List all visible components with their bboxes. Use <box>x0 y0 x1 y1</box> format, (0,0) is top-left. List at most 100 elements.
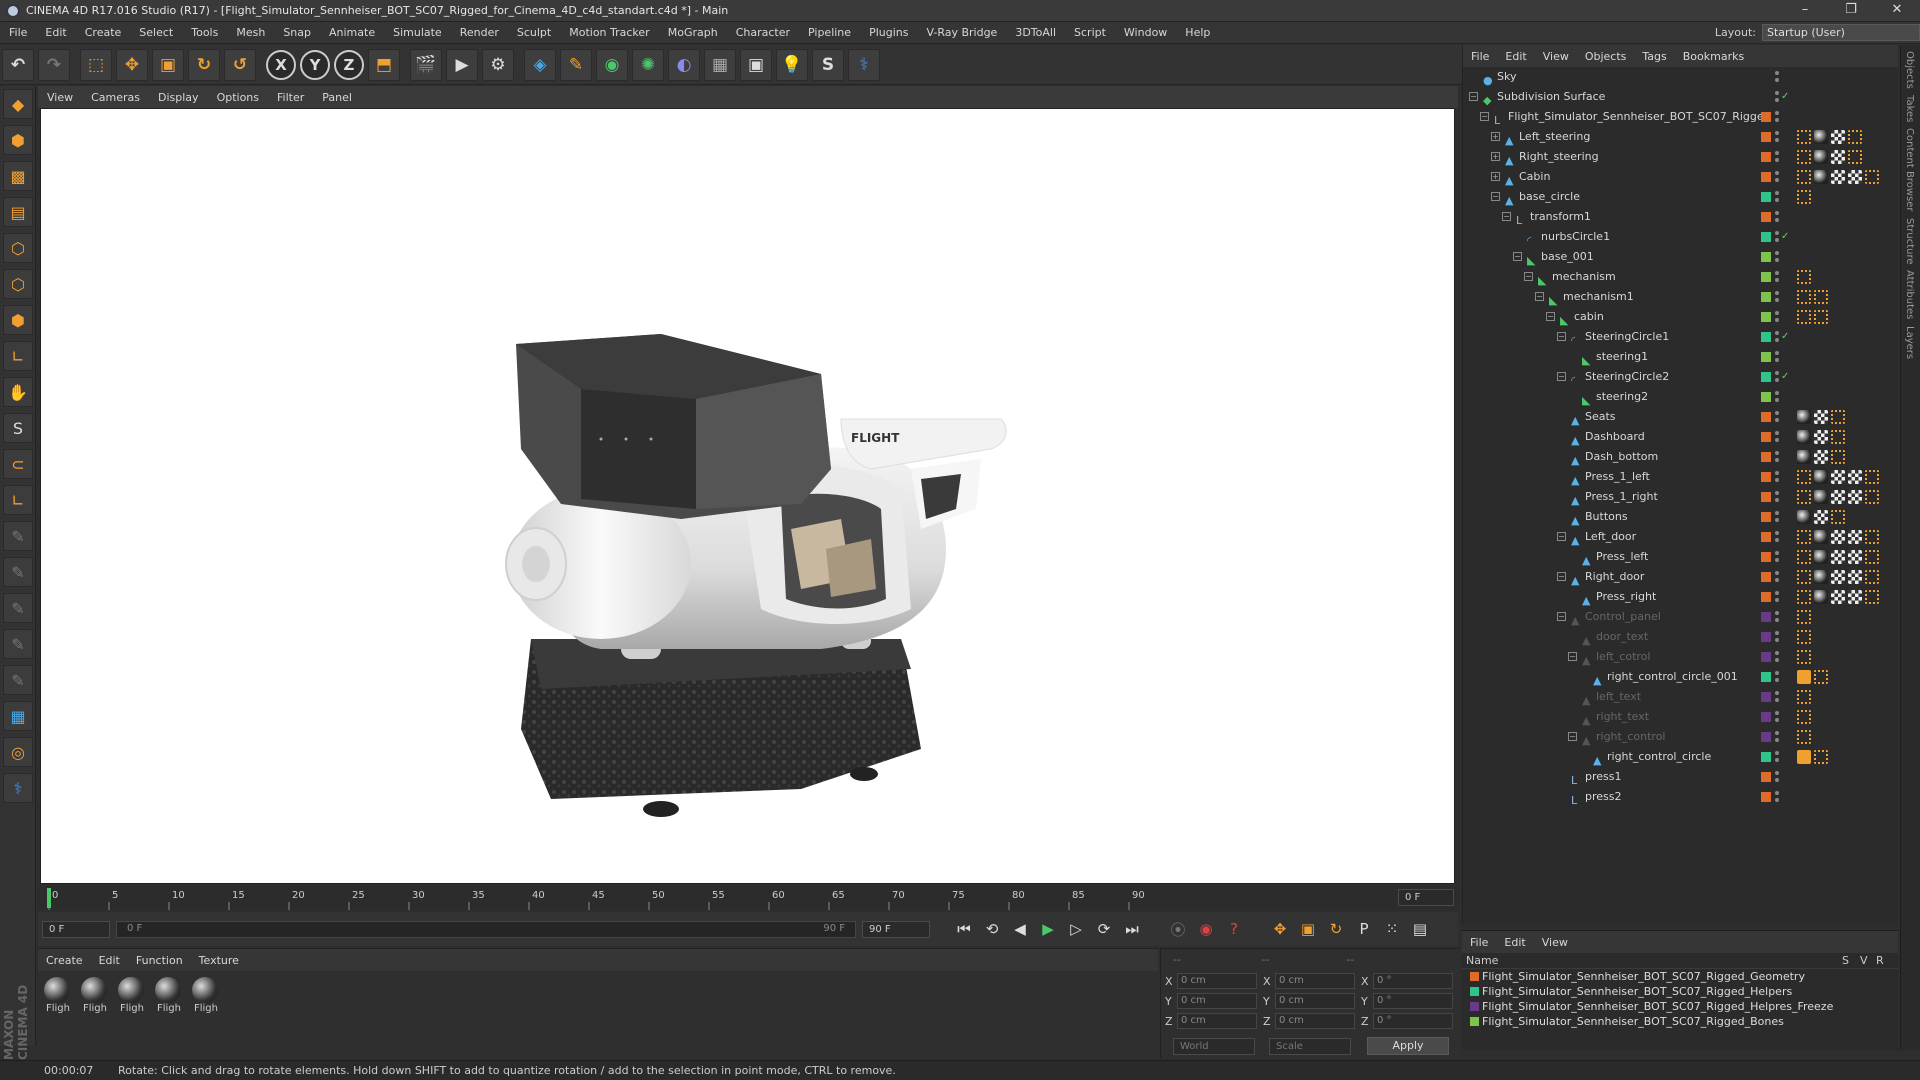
collapse-icon[interactable]: − <box>1502 212 1511 221</box>
coordinate-scale-select[interactable]: Scale <box>1269 1037 1351 1055</box>
layer-name[interactable]: Flight_Simulator_Sennheiser_BOT_SC07_Rig… <box>1482 1000 1833 1013</box>
collapse-icon[interactable]: − <box>1557 572 1566 581</box>
object-name[interactable]: door_text <box>1596 627 1648 647</box>
z-axis-lock-icon[interactable]: Z <box>334 49 364 80</box>
collapse-icon[interactable]: − <box>1535 292 1544 301</box>
selection-tag-icon[interactable] <box>1831 410 1845 424</box>
selection-tag-icon[interactable] <box>1865 550 1879 564</box>
material-swatch[interactable]: Fligh <box>81 977 109 1014</box>
rotation-value-field[interactable]: 0 ° <box>1373 993 1453 1009</box>
object-row[interactable]: − ▲ Right_door <box>1463 567 1898 587</box>
object-row[interactable]: − ▲ left_cotrol <box>1463 647 1898 667</box>
uvw-tag-icon[interactable] <box>1848 550 1862 564</box>
expand-icon[interactable]: + <box>1491 152 1500 161</box>
layer-color-swatch[interactable] <box>1761 632 1771 642</box>
close-button[interactable]: ✕ <box>1874 0 1920 22</box>
collapse-icon[interactable]: − <box>1557 372 1566 381</box>
selection-tag-icon[interactable] <box>1848 130 1862 144</box>
tweak-mode-icon[interactable]: ✋ <box>3 377 33 407</box>
menu-sculpt[interactable]: Sculpt <box>508 26 560 39</box>
material-tag-icon[interactable] <box>1814 590 1828 604</box>
render-picture-viewer-icon[interactable]: ▶ <box>446 48 478 81</box>
layer-color-swatch[interactable] <box>1761 372 1771 382</box>
uvw-tag-icon[interactable] <box>1848 470 1862 484</box>
layer-color-swatch[interactable] <box>1761 252 1771 262</box>
object-name[interactable]: SteeringCircle2 <box>1585 367 1669 387</box>
object-name[interactable]: Cabin <box>1519 167 1550 187</box>
uvw-tag-icon[interactable] <box>1814 450 1828 464</box>
layer-name[interactable]: Flight_Simulator_Sennheiser_BOT_SC07_Rig… <box>1482 970 1805 983</box>
uvw-tag-icon[interactable] <box>1814 410 1828 424</box>
next-frame-icon[interactable]: ▷ <box>1064 917 1088 941</box>
material-tag-icon[interactable] <box>1814 470 1828 484</box>
layer-color-swatch[interactable] <box>1761 552 1771 562</box>
display-tag-icon[interactable] <box>1797 670 1811 684</box>
tab-takes[interactable]: Takes <box>1904 95 1915 122</box>
layer-color-swatch[interactable] <box>1761 592 1771 602</box>
visibility-dots[interactable] <box>1775 190 1779 204</box>
uvw-tag-icon[interactable] <box>1831 130 1845 144</box>
object-row[interactable]: ▲ Press_1_right <box>1463 487 1898 507</box>
deformer-icon[interactable]: ◐ <box>668 48 700 81</box>
selection-tag-icon[interactable] <box>1865 530 1879 544</box>
layer-row[interactable]: Flight_Simulator_Sennheiser_BOT_SC07_Rig… <box>1462 969 1898 984</box>
collapse-icon[interactable]: − <box>1557 612 1566 621</box>
object-row[interactable]: ▲ right_text <box>1463 707 1898 727</box>
layout-select[interactable]: Startup (User) <box>1762 24 1920 41</box>
object-name[interactable]: SteeringCircle1 <box>1585 327 1669 347</box>
visibility-dots[interactable] <box>1775 290 1779 304</box>
visibility-dots[interactable] <box>1775 450 1779 464</box>
material-menu-texture[interactable]: Texture <box>191 954 247 967</box>
layer-color-swatch[interactable] <box>1761 532 1771 542</box>
uvw-tag-icon[interactable] <box>1814 510 1828 524</box>
selection-tag-icon[interactable] <box>1797 470 1811 484</box>
layer-color-swatch[interactable] <box>1761 312 1771 322</box>
object-row[interactable]: − ◜ SteeringCircle1 ✓ <box>1463 327 1898 347</box>
end-frame-field[interactable]: 90 F <box>862 920 930 938</box>
visibility-dots[interactable] <box>1775 170 1779 184</box>
layer-name[interactable]: Flight_Simulator_Sennheiser_BOT_SC07_Rig… <box>1482 985 1792 998</box>
layer-color-swatch[interactable] <box>1470 1002 1479 1011</box>
visibility-dots[interactable] <box>1775 310 1779 324</box>
visibility-dots[interactable] <box>1775 150 1779 164</box>
layer-color-swatch[interactable] <box>1761 432 1771 442</box>
object-name[interactable]: right_control_circle_001 <box>1607 667 1738 687</box>
selection-tag-icon[interactable] <box>1797 690 1811 704</box>
material-tag-icon[interactable] <box>1797 410 1811 424</box>
rotate-icon[interactable]: ↻ <box>188 48 220 81</box>
uvw-tag-icon[interactable] <box>1831 470 1845 484</box>
object-menu-tags[interactable]: Tags <box>1634 50 1674 63</box>
layer-color-swatch[interactable] <box>1761 792 1771 802</box>
layer-color-swatch[interactable] <box>1761 172 1771 182</box>
uvw-tag-icon[interactable] <box>1831 590 1845 604</box>
object-row[interactable]: ◜ nurbsCircle1 ✓ <box>1463 227 1898 247</box>
object-name[interactable]: mechanism1 <box>1563 287 1634 307</box>
tab-attributes[interactable]: Attributes <box>1904 270 1915 319</box>
material-menu-edit[interactable]: Edit <box>91 954 128 967</box>
layer-color-swatch[interactable] <box>1761 292 1771 302</box>
object-name[interactable]: Press_1_right <box>1585 487 1658 507</box>
layer-color-swatch[interactable] <box>1761 392 1771 402</box>
layer-color-swatch[interactable] <box>1761 692 1771 702</box>
uvw-tag-icon[interactable] <box>1848 530 1862 544</box>
object-row[interactable]: − ▲ Left_door <box>1463 527 1898 547</box>
material-tag-icon[interactable] <box>1814 530 1828 544</box>
sculpt-tool-1-icon[interactable]: ✎ <box>3 521 33 551</box>
layer-color-swatch[interactable] <box>1761 232 1771 242</box>
layer-color-swatch[interactable] <box>1761 112 1771 122</box>
visibility-dots[interactable] <box>1775 650 1779 664</box>
menu-snap[interactable]: Snap <box>274 26 320 39</box>
object-name[interactable]: Left_door <box>1585 527 1636 547</box>
coordinate-system-icon[interactable]: ⬒ <box>368 48 400 81</box>
playhead-marker[interactable] <box>47 888 51 908</box>
layer-row[interactable]: Flight_Simulator_Sennheiser_BOT_SC07_Rig… <box>1462 999 1898 1014</box>
layer-color-swatch[interactable] <box>1761 132 1771 142</box>
render-settings-icon[interactable]: ⚙ <box>482 48 514 81</box>
apply-button[interactable]: Apply <box>1367 1037 1449 1055</box>
visibility-dots[interactable] <box>1775 550 1779 564</box>
menu-tools[interactable]: Tools <box>182 26 227 39</box>
object-name[interactable]: left_cotrol <box>1596 647 1650 667</box>
collapse-icon[interactable]: − <box>1480 112 1489 121</box>
selection-tag-icon[interactable] <box>1848 150 1862 164</box>
object-row[interactable]: ▲ right_control_circle_001 <box>1463 667 1898 687</box>
